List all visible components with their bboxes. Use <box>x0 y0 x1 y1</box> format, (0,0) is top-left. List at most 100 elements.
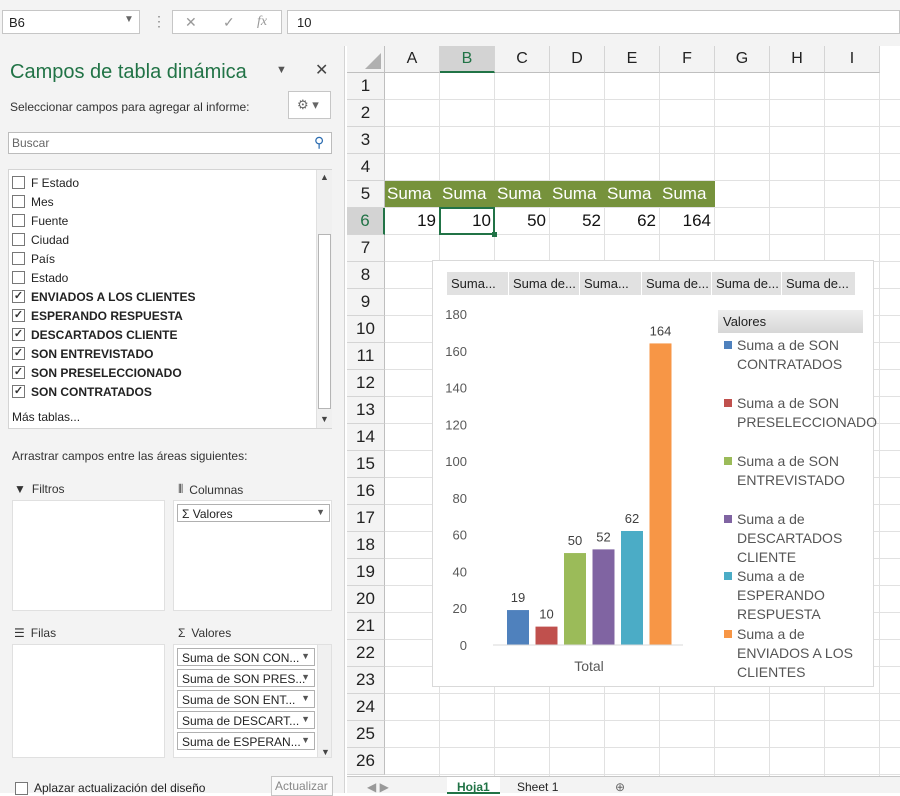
legend-item[interactable]: Suma a de SON CONTRATADOS <box>724 336 864 374</box>
field-item[interactable]: Ciudad <box>9 230 69 249</box>
update-button[interactable]: Actualizar <box>271 776 333 796</box>
row-header[interactable]: 6 <box>347 208 385 235</box>
chevron-down-icon[interactable]: ▼ <box>301 672 310 682</box>
field-item[interactable]: ✓ SON ENTREVISTADO <box>9 344 153 363</box>
scroll-down-icon[interactable]: ▼ <box>321 747 330 757</box>
field-checkbox[interactable] <box>12 252 25 265</box>
row-header[interactable]: 12 <box>347 370 385 397</box>
row-header[interactable]: 26 <box>347 748 385 775</box>
row-header[interactable]: 4 <box>347 154 385 181</box>
bar[interactable] <box>535 626 558 645</box>
row-header[interactable]: 1 <box>347 73 385 100</box>
row-header[interactable]: 10 <box>347 316 385 343</box>
field-checkbox[interactable]: ✓ <box>12 290 25 303</box>
field-item[interactable]: ✓ SON PRESELECCIONADO <box>9 363 182 382</box>
row-header[interactable]: 9 <box>347 289 385 316</box>
fill-handle[interactable] <box>492 232 497 237</box>
column-header[interactable]: E <box>605 46 660 73</box>
tab-hoja1[interactable]: Hoja1 <box>447 777 500 794</box>
chevron-down-icon[interactable]: ▼ <box>301 651 310 661</box>
field-checkbox[interactable] <box>12 233 25 246</box>
close-icon[interactable]: ✕ <box>315 60 328 80</box>
pivot-header-cell[interactable]: Suma <box>660 181 715 207</box>
columns-area[interactable]: Σ Valores ▼ <box>173 500 332 611</box>
enter-icon[interactable]: ✓ <box>223 14 235 31</box>
search-input[interactable]: Buscar <box>8 132 332 154</box>
row-header[interactable]: 20 <box>347 586 385 613</box>
pivot-chart[interactable]: Suma... Suma de... Suma... Suma de... Suma d… <box>432 260 877 687</box>
bar[interactable] <box>564 553 586 645</box>
filters-area[interactable] <box>12 500 165 611</box>
row-header[interactable]: 21 <box>347 613 385 640</box>
row-header[interactable]: 17 <box>347 505 385 532</box>
bar[interactable] <box>649 343 672 645</box>
select-all-corner[interactable] <box>347 46 385 73</box>
legend-item[interactable]: Suma a de SON ENTREVISTADO <box>724 452 864 490</box>
column-header[interactable]: B <box>440 46 495 73</box>
field-checkbox[interactable]: ✓ <box>12 309 25 322</box>
row-header[interactable]: 23 <box>347 667 385 694</box>
chevron-down-icon[interactable]: ▼ <box>301 714 310 724</box>
pivot-header-cell[interactable]: Suma <box>495 181 550 207</box>
row-header[interactable]: 22 <box>347 640 385 667</box>
scroll-up-icon[interactable]: ▲ <box>320 172 329 182</box>
field-item[interactable]: ✓ SON CONTRATADOS <box>9 382 152 401</box>
pivot-value-cell[interactable]: 19 <box>385 208 440 234</box>
column-header[interactable]: C <box>495 46 550 73</box>
field-item[interactable]: País <box>9 249 55 268</box>
values-chip[interactable]: Suma de SON CON... ▼ <box>177 648 315 666</box>
legend-item[interactable]: Suma a de DESCARTADOS CLIENTE <box>724 510 864 567</box>
field-item[interactable]: Fuente <box>9 211 68 230</box>
tab-scroll-icon[interactable]: ◀ ▶ <box>357 777 399 794</box>
values-chip[interactable]: Suma de DESCART... ▼ <box>177 711 315 729</box>
row-header[interactable]: 19 <box>347 559 385 586</box>
values-chip[interactable]: Suma de SON ENT... ▼ <box>177 690 315 708</box>
columns-chip-valores[interactable]: Σ Valores ▼ <box>177 504 330 522</box>
field-checkbox[interactable]: ✓ <box>12 328 25 341</box>
column-header[interactable]: H <box>770 46 825 73</box>
chevron-down-icon[interactable]: ▼ <box>124 14 134 25</box>
add-sheet-icon[interactable]: ⊕ <box>605 777 635 794</box>
legend-item[interactable]: Suma a de ENVIADOS A LOS CLIENTES <box>724 625 864 682</box>
pivot-header-cell[interactable]: Suma <box>550 181 605 207</box>
values-area[interactable]: Suma de SON CON... ▼ Suma de SON PRES... ▼ S… <box>173 644 332 758</box>
column-header[interactable]: D <box>550 46 605 73</box>
values-chip[interactable]: Suma de SON PRES... ▼ <box>177 669 315 687</box>
field-item[interactable]: ✓ DESCARTADOS CLIENTE <box>9 325 177 344</box>
values-chip[interactable]: Suma de ESPERAN... ▼ <box>177 732 315 750</box>
pane-options-icon[interactable]: ▼ <box>276 64 287 76</box>
row-header[interactable]: 2 <box>347 100 385 127</box>
field-checkbox[interactable]: ✓ <box>12 347 25 360</box>
legend-item[interactable]: Suma a de ESPERANDO RESPUESTA <box>724 567 864 624</box>
field-item[interactable]: Mes <box>9 192 54 211</box>
cancel-icon[interactable]: ✕ <box>185 14 197 31</box>
row-header[interactable]: 15 <box>347 451 385 478</box>
gear-icon[interactable]: ⚙ ▾ <box>288 91 331 119</box>
bar[interactable] <box>507 610 529 645</box>
formula-input[interactable]: 10 <box>287 10 900 34</box>
row-header[interactable]: 13 <box>347 397 385 424</box>
field-item[interactable]: Estado <box>9 268 68 287</box>
field-checkbox[interactable]: ✓ <box>12 385 25 398</box>
field-item[interactable]: ✓ ESPERANDO RESPUESTA <box>9 306 183 325</box>
name-box[interactable]: B6 <box>2 10 140 34</box>
row-header[interactable]: 24 <box>347 694 385 721</box>
pivot-header-cell[interactable]: Suma <box>605 181 660 207</box>
field-checkbox[interactable] <box>12 176 25 189</box>
column-header[interactable]: I <box>825 46 880 73</box>
chevron-down-icon[interactable]: ▼ <box>301 735 310 745</box>
row-header[interactable]: 18 <box>347 532 385 559</box>
row-header[interactable]: 25 <box>347 721 385 748</box>
tab-sheet1[interactable]: Sheet 1 <box>507 777 568 794</box>
scroll-down-icon[interactable]: ▼ <box>320 414 329 424</box>
row-header[interactable]: 8 <box>347 262 385 289</box>
pivot-header-cell[interactable]: Suma <box>440 181 495 207</box>
scroll-thumb[interactable] <box>318 234 331 409</box>
field-item[interactable]: ✓ ENVIADOS A LOS CLIENTES <box>9 287 195 306</box>
row-header[interactable]: 14 <box>347 424 385 451</box>
row-header[interactable]: 7 <box>347 235 385 262</box>
row-header[interactable]: 11 <box>347 343 385 370</box>
bar[interactable] <box>621 530 643 645</box>
chevron-down-icon[interactable]: ▼ <box>301 693 310 703</box>
rows-area[interactable] <box>12 644 165 758</box>
